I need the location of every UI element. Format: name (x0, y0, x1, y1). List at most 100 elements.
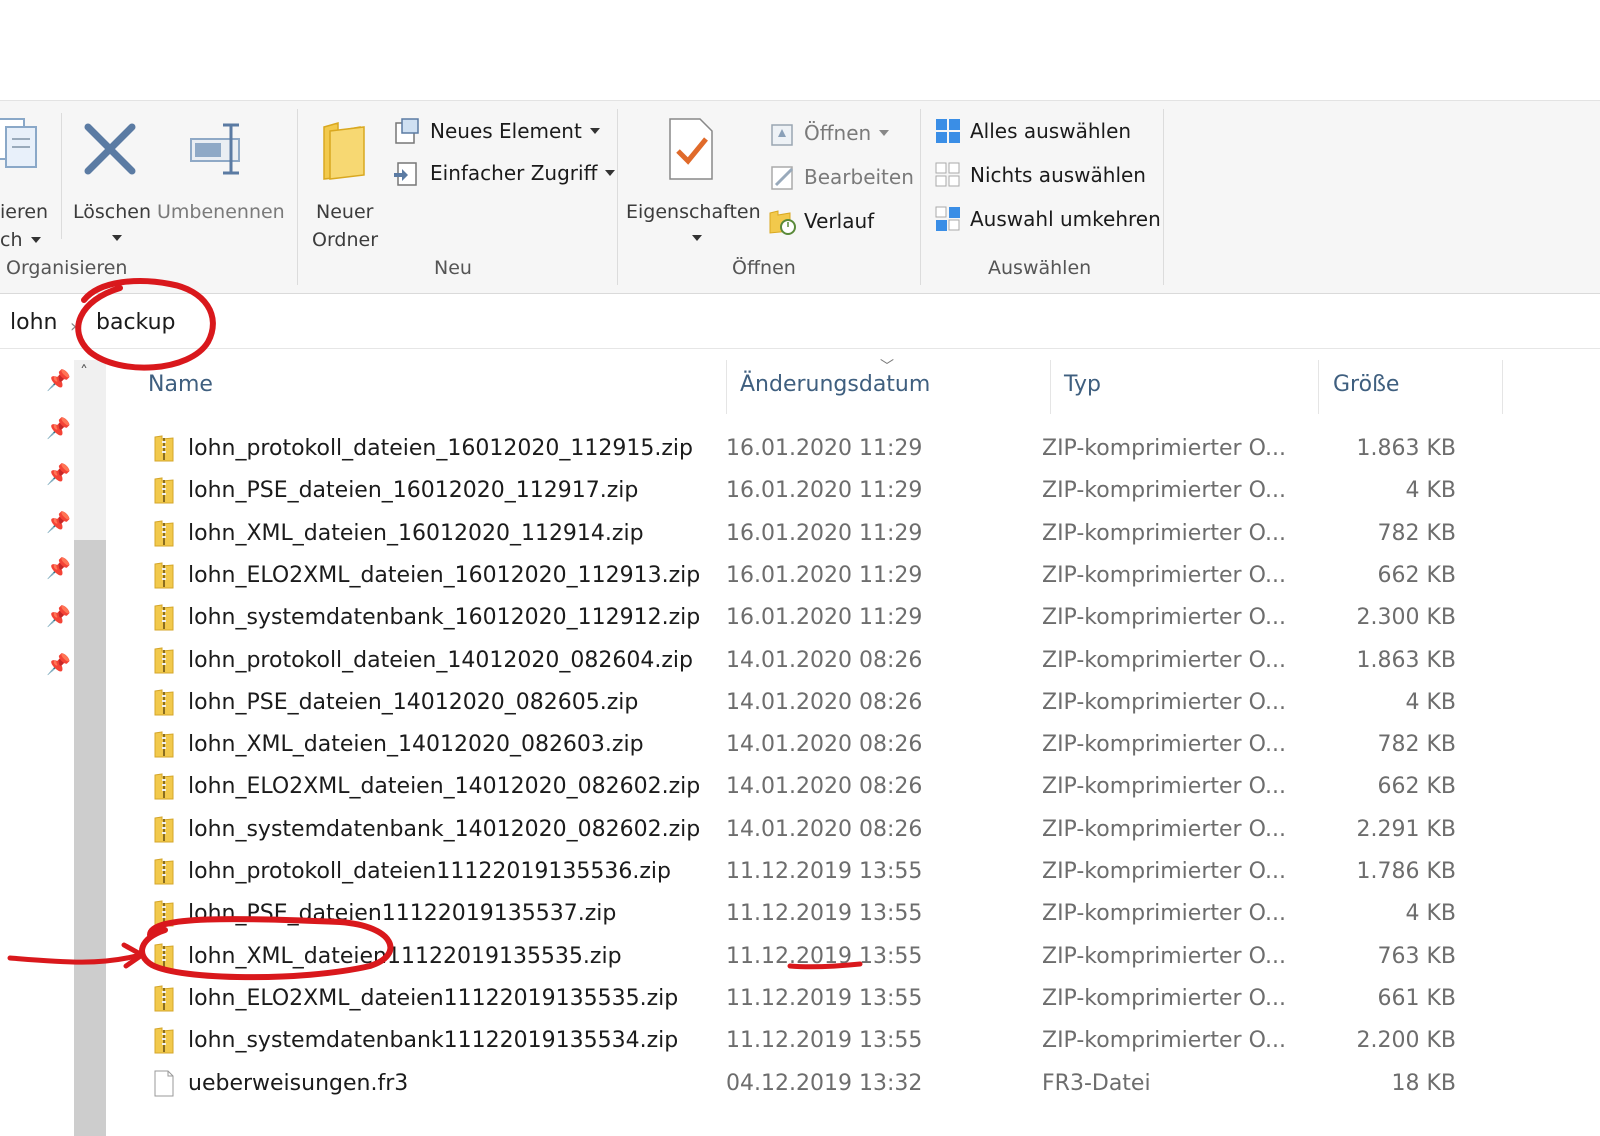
easy-access-button[interactable]: Einfacher Zugriff (392, 159, 616, 187)
zip-folder-icon (154, 985, 174, 1012)
file-type: ZIP-komprimierter O... (1042, 943, 1286, 969)
zip-folder-icon (154, 477, 174, 504)
chevron-down-icon (692, 235, 702, 241)
open-label: Öffnen (804, 121, 872, 145)
file-row[interactable]: lohn_XML_dateien_16012020_112914.zip 16.0… (140, 515, 1480, 556)
zip-folder-icon (154, 604, 174, 631)
pin-icon[interactable]: 📌 (46, 510, 71, 534)
zip-folder-icon (154, 816, 174, 843)
separator (617, 109, 618, 285)
pin-icon[interactable]: 📌 (46, 652, 71, 676)
rename-button[interactable]: Umbenennen (155, 115, 285, 223)
file-name: lohn_protokoll_dateien_16012020_112915.z… (188, 436, 693, 461)
new-folder-label-2: Ordner (312, 229, 379, 251)
select-all-button[interactable]: Alles auswählen (934, 117, 1131, 145)
file-row[interactable]: lohn_XML_dateien11122019135535.zip 11.12.… (140, 938, 1480, 979)
file-row[interactable]: lohn_systemdatenbank11122019135534.zip 11… (140, 1022, 1480, 1063)
file-row[interactable]: lohn_systemdatenbank_14012020_082602.zip… (140, 811, 1480, 852)
group-label-open: Öffnen (732, 257, 796, 279)
invert-selection-button[interactable]: Auswahl umkehren (934, 205, 1161, 233)
rename-label: Umbenennen (157, 201, 285, 223)
select-all-icon (936, 119, 960, 143)
column-separator[interactable] (1050, 360, 1051, 414)
column-separator[interactable] (726, 360, 727, 414)
column-separator[interactable] (1318, 360, 1319, 414)
zip-folder-icon (154, 1027, 174, 1054)
select-none-button[interactable]: Nichts auswählen (934, 161, 1146, 189)
ribbon: ieren ch Löschen Umbenennen Organisieren… (0, 100, 1600, 294)
copy-to-button[interactable]: ieren ch (0, 115, 48, 251)
file-size: 2.200 KB (1356, 1028, 1457, 1054)
open-button[interactable]: Öffnen (768, 119, 890, 147)
file-type: ZIP-komprimierter O... (1042, 816, 1286, 842)
file-type: ZIP-komprimierter O... (1042, 647, 1286, 673)
delete-button[interactable]: Löschen (70, 115, 151, 245)
file-icon (154, 1070, 174, 1096)
file-row[interactable]: lohn_protokoll_dateien11122019135536.zip… (140, 853, 1480, 894)
file-row[interactable]: lohn_PSE_dateien_14012020_082605.zip 14.0… (140, 684, 1480, 725)
new-folder-label-1: Neuer (316, 201, 374, 223)
column-header-name[interactable]: Name (148, 372, 213, 397)
breadcrumb-lohn[interactable]: lohn (10, 310, 57, 335)
file-date: 11.12.2019 13:55 (726, 1028, 923, 1054)
address-bar[interactable]: lohn › backup (0, 304, 1600, 349)
file-date: 11.12.2019 13:55 (726, 901, 923, 927)
file-row[interactable]: lohn_PSE_dateien_16012020_112917.zip 16.0… (140, 472, 1480, 513)
file-name: lohn_systemdatenbank11122019135534.zip (188, 1028, 679, 1054)
separator (920, 109, 921, 285)
file-row[interactable]: lohn_systemdatenbank_16012020_112912.zip… (140, 599, 1480, 640)
file-row[interactable]: lohn_protokoll_dateien_16012020_112915.z… (140, 430, 1480, 471)
file-date: 11.12.2019 13:55 (726, 859, 923, 884)
column-separator[interactable] (1502, 360, 1503, 414)
select-none-label: Nichts auswählen (970, 163, 1146, 187)
chevron-down-icon (112, 235, 122, 241)
file-row[interactable]: lohn_XML_dateien_14012020_082603.zip 14.0… (140, 726, 1480, 767)
pin-icon[interactable]: 📌 (46, 368, 71, 392)
pin-icon[interactable]: 📌 (46, 604, 71, 628)
file-size: 4 KB (1405, 689, 1456, 715)
file-type: ZIP-komprimierter O... (1042, 1028, 1286, 1054)
pin-icon[interactable]: 📌 (46, 556, 71, 580)
zip-folder-icon (154, 773, 174, 800)
breadcrumb-backup[interactable]: backup (96, 310, 176, 335)
file-row[interactable]: ueberweisungen.fr3 04.12.2019 13:32 FR3-Da… (140, 1065, 1480, 1106)
file-date: 14.01.2020 08:26 (726, 774, 923, 800)
column-header-date[interactable]: Änderungsdatum (740, 372, 930, 397)
chevron-down-icon (30, 237, 41, 243)
delete-x-icon (84, 123, 136, 175)
file-name: lohn_systemdatenbank_14012020_082602.zip (188, 816, 701, 842)
edit-button[interactable]: Bearbeiten (768, 163, 914, 191)
invert-selection-label: Auswahl umkehren (970, 207, 1161, 231)
nav-scrollbar-thumb[interactable] (74, 540, 106, 1136)
file-date: 11.12.2019 13:55 (726, 943, 923, 969)
new-item-button[interactable]: Neues Element (392, 117, 600, 145)
file-row[interactable]: lohn_ELO2XML_dateien11122019135535.zip 11… (140, 980, 1480, 1021)
file-date: 16.01.2020 11:29 (726, 520, 923, 546)
zip-folder-icon (154, 689, 174, 716)
file-type: ZIP-komprimierter O... (1042, 774, 1286, 800)
scroll-up-icon[interactable]: ˄ (80, 362, 88, 381)
column-header-type[interactable]: Typ (1064, 372, 1101, 397)
pin-icon[interactable]: 📌 (46, 462, 71, 486)
properties-button[interactable]: Eigenschaften (626, 115, 761, 245)
new-folder-button[interactable]: Neuer Ordner (308, 115, 388, 251)
file-row[interactable]: lohn_PSE_dateien11122019135537.zip 11.12.… (140, 895, 1480, 936)
column-header-size[interactable]: Größe (1333, 372, 1399, 397)
file-name: lohn_systemdatenbank_16012020_112912.zip (188, 605, 701, 631)
file-type: ZIP-komprimierter O... (1042, 689, 1286, 715)
file-name: lohn_XML_dateien11122019135535.zip (188, 943, 622, 969)
history-button[interactable]: Verlauf (768, 207, 874, 235)
copy-icon (0, 118, 37, 168)
file-size: 18 KB (1391, 1070, 1456, 1096)
pin-icon[interactable]: 📌 (46, 416, 71, 440)
zip-folder-icon (154, 435, 174, 462)
open-icon (771, 124, 793, 146)
invert-selection-icon (935, 206, 960, 231)
file-name: lohn_PSE_dateien11122019135537.zip (188, 901, 617, 927)
separator (61, 113, 62, 239)
zip-folder-icon (154, 731, 174, 758)
file-row[interactable]: lohn_ELO2XML_dateien_16012020_112913.zip… (140, 557, 1480, 598)
file-row[interactable]: lohn_ELO2XML_dateien_14012020_082602.zip… (140, 768, 1480, 809)
file-row[interactable]: lohn_protokoll_dateien_14012020_082604.z… (140, 642, 1480, 683)
file-size: 4 KB (1405, 478, 1456, 504)
